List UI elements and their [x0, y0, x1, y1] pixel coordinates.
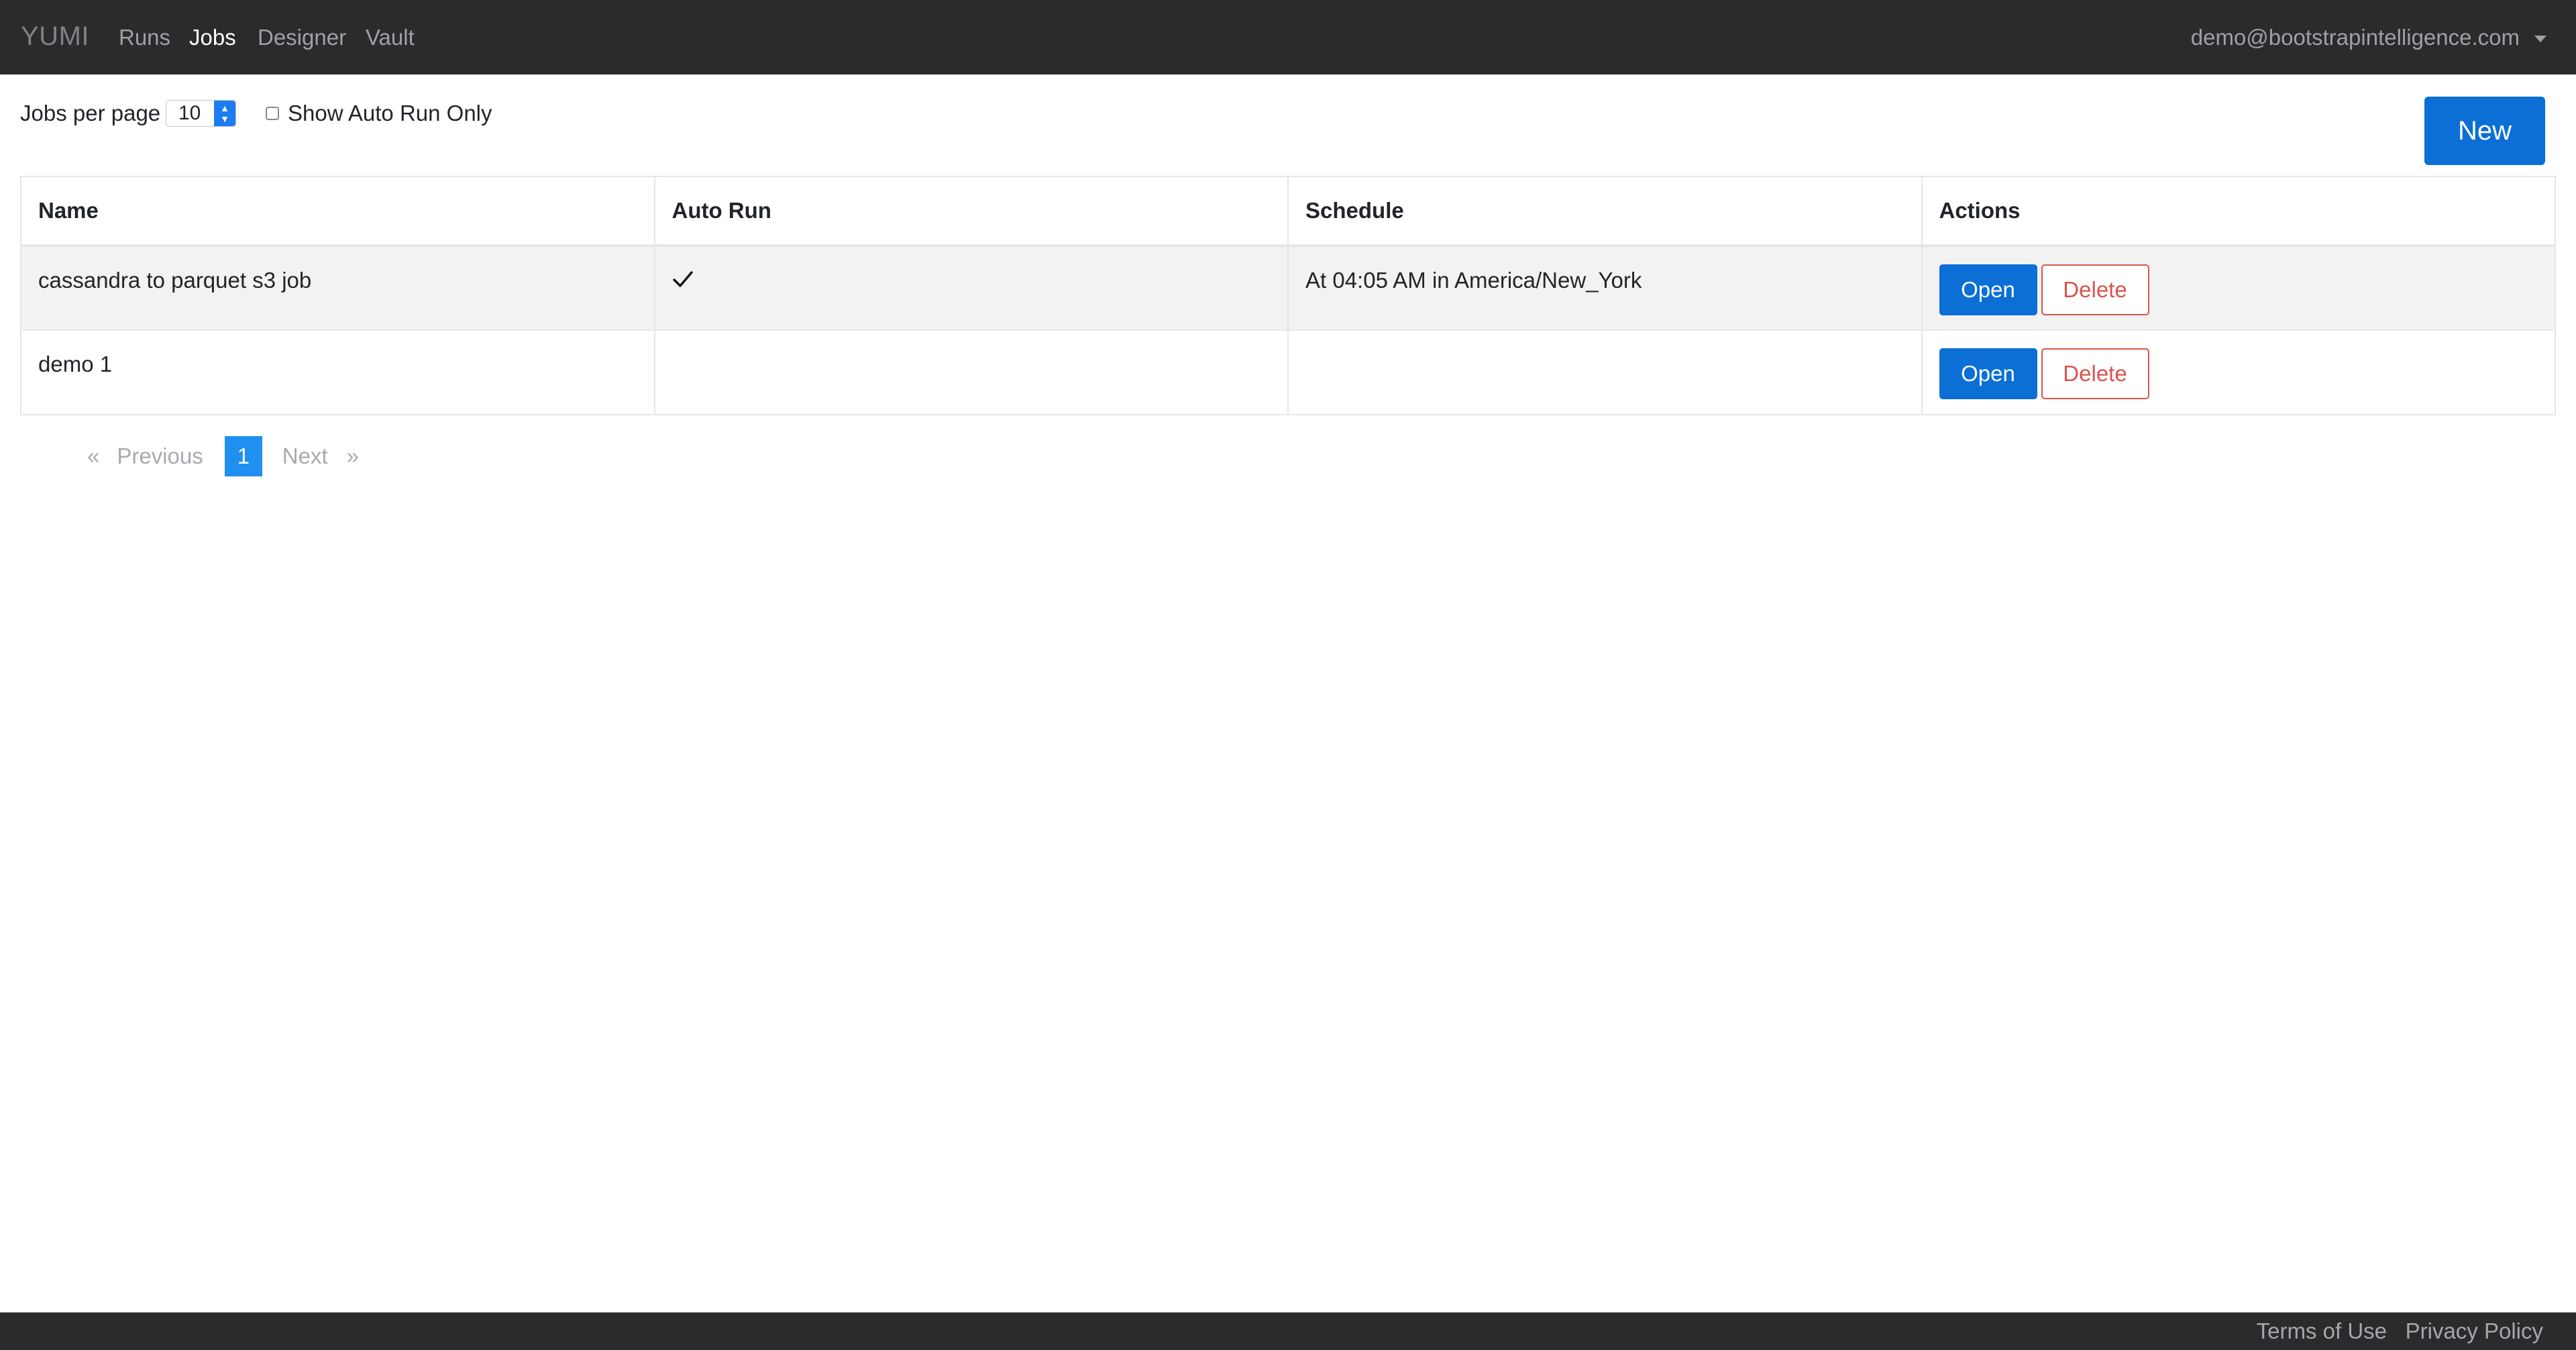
- privacy-policy-link[interactable]: Privacy Policy: [2406, 1316, 2543, 1346]
- next-page-link[interactable]: Next: [282, 436, 328, 476]
- job-auto-run: [653, 329, 1289, 415]
- table-row: demo 1 Open Delete: [20, 329, 2556, 415]
- nav-link-designer[interactable]: Designer: [258, 23, 346, 52]
- job-name: demo 1: [20, 329, 655, 415]
- job-schedule: At 04:05 AM in America/New_York: [1287, 245, 1923, 331]
- first-page-link[interactable]: «: [87, 436, 99, 476]
- job-name: cassandra to parquet s3 job: [20, 245, 655, 331]
- nav-link-vault[interactable]: Vault: [366, 23, 415, 52]
- previous-page-link[interactable]: Previous: [117, 436, 203, 476]
- new-job-button[interactable]: New: [2424, 97, 2545, 165]
- delete-job-button[interactable]: Delete: [2041, 264, 2149, 315]
- column-header-auto-run: Auto Run: [653, 176, 1289, 247]
- table-row: cassandra to parquet s3 job At 04:05 AM …: [20, 245, 2556, 331]
- user-email: demo@bootstrapintelligence.com: [2190, 25, 2520, 50]
- nav-link-jobs[interactable]: Jobs: [189, 23, 236, 52]
- show-auto-run-only-label[interactable]: Show Auto Run Only: [288, 99, 492, 128]
- brand-logo[interactable]: YUMI: [21, 17, 89, 55]
- job-auto-run: [653, 245, 1289, 331]
- jobs-per-page-label: Jobs per page: [20, 101, 161, 125]
- delete-job-button[interactable]: Delete: [2041, 348, 2149, 399]
- footer: Terms of Use Privacy Policy: [0, 1312, 2576, 1350]
- nav-link-runs[interactable]: Runs: [119, 23, 170, 52]
- column-header-actions: Actions: [1921, 176, 2556, 247]
- user-menu[interactable]: demo@bootstrapintelligence.com: [2191, 23, 2546, 52]
- up-down-arrows-icon: ▲ ▼: [214, 101, 235, 126]
- job-schedule: [1287, 329, 1923, 415]
- column-header-schedule: Schedule: [1287, 176, 1923, 247]
- top-navbar: YUMI Runs Jobs Designer Vault demo@boots…: [0, 0, 2576, 74]
- jobs-per-page-select[interactable]: 10 ▲ ▼: [166, 100, 236, 127]
- last-page-link[interactable]: »: [347, 436, 359, 476]
- show-auto-run-only-checkbox[interactable]: [266, 107, 279, 120]
- column-header-name: Name: [20, 176, 655, 247]
- jobs-per-page-value: 10: [178, 102, 201, 124]
- checkmark-icon: [672, 271, 693, 287]
- table-header-row: Name Auto Run Schedule Actions: [20, 176, 2556, 247]
- pagination: « Previous 1 Next »: [87, 436, 359, 476]
- current-page[interactable]: 1: [224, 436, 262, 476]
- open-job-button[interactable]: Open: [1939, 264, 2037, 315]
- job-actions: Open Delete: [1921, 245, 2556, 331]
- terms-of-use-link[interactable]: Terms of Use: [2257, 1316, 2387, 1346]
- jobs-table: Name Auto Run Schedule Actions cassandra…: [20, 176, 2556, 415]
- caret-down-icon: [2534, 36, 2546, 42]
- job-actions: Open Delete: [1921, 329, 2556, 415]
- open-job-button[interactable]: Open: [1939, 348, 2037, 399]
